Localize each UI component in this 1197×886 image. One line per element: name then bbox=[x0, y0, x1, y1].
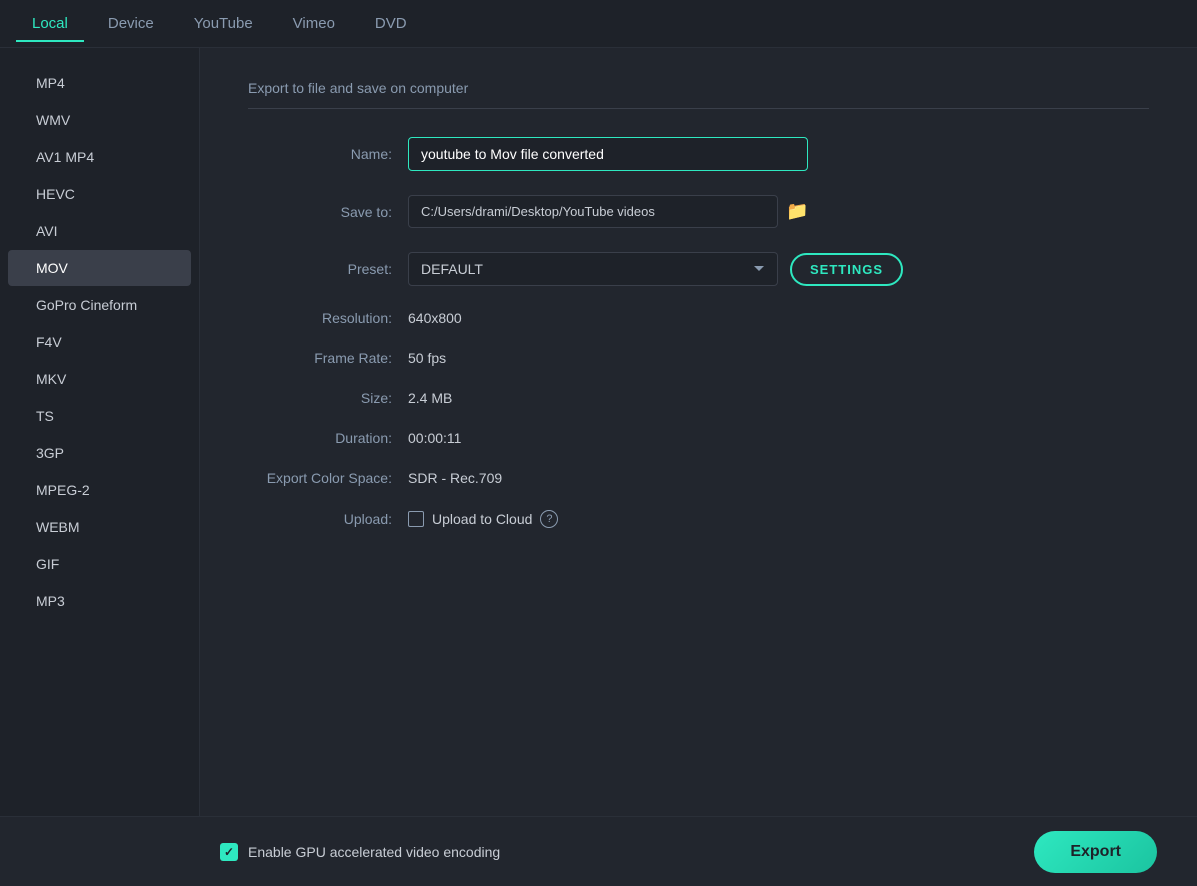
save-to-row: Save to: 📁 bbox=[248, 195, 1149, 228]
frame-rate-value: 50 fps bbox=[408, 350, 446, 366]
name-row: Name: bbox=[248, 137, 1149, 171]
export-button[interactable]: Export bbox=[1034, 831, 1157, 873]
main-layout: MP4 WMV AV1 MP4 HEVC AVI MOV GoPro Cinef… bbox=[0, 48, 1197, 886]
format-sidebar: MP4 WMV AV1 MP4 HEVC AVI MOV GoPro Cinef… bbox=[0, 48, 200, 886]
duration-value: 00:00:11 bbox=[408, 430, 461, 446]
tab-dvd[interactable]: DVD bbox=[359, 7, 423, 42]
tab-vimeo[interactable]: Vimeo bbox=[277, 7, 351, 42]
sidebar-item-hevc[interactable]: HEVC bbox=[8, 176, 191, 212]
preset-container: DEFAULT High Quality Medium Quality Low … bbox=[408, 252, 903, 286]
color-space-label: Export Color Space: bbox=[248, 470, 408, 486]
save-to-path-input[interactable] bbox=[408, 195, 778, 228]
tab-youtube[interactable]: YouTube bbox=[178, 7, 269, 42]
sidebar-item-3gp[interactable]: 3GP bbox=[8, 435, 191, 471]
sidebar-item-mp4[interactable]: MP4 bbox=[8, 65, 191, 101]
color-space-value: SDR - Rec.709 bbox=[408, 470, 502, 486]
sidebar-item-mpeg2[interactable]: MPEG-2 bbox=[8, 472, 191, 508]
folder-icon[interactable]: 📁 bbox=[786, 201, 808, 222]
size-value: 2.4 MB bbox=[408, 390, 452, 406]
size-row: Size: 2.4 MB bbox=[248, 390, 1149, 406]
gpu-checkbox[interactable] bbox=[220, 843, 238, 861]
upload-to-cloud-label: Upload to Cloud bbox=[432, 511, 532, 527]
upload-row: Upload: Upload to Cloud ? bbox=[248, 510, 1149, 528]
sidebar-item-avi[interactable]: AVI bbox=[8, 213, 191, 249]
content-area: Export to file and save on computer Name… bbox=[200, 48, 1197, 886]
resolution-label: Resolution: bbox=[248, 310, 408, 326]
bottom-bar: Enable GPU accelerated video encoding Ex… bbox=[0, 816, 1197, 886]
sidebar-item-f4v[interactable]: F4V bbox=[8, 324, 191, 360]
color-space-row: Export Color Space: SDR - Rec.709 bbox=[248, 470, 1149, 486]
sidebar-item-av1mp4[interactable]: AV1 MP4 bbox=[8, 139, 191, 175]
top-navigation: Local Device YouTube Vimeo DVD bbox=[0, 0, 1197, 48]
tab-local[interactable]: Local bbox=[16, 7, 84, 42]
frame-rate-label: Frame Rate: bbox=[248, 350, 408, 366]
gpu-label: Enable GPU accelerated video encoding bbox=[248, 844, 500, 860]
resolution-value: 640x800 bbox=[408, 310, 462, 326]
duration-row: Duration: 00:00:11 bbox=[248, 430, 1149, 446]
name-input[interactable] bbox=[408, 137, 808, 171]
name-label: Name: bbox=[248, 146, 408, 162]
section-title: Export to file and save on computer bbox=[248, 80, 1149, 109]
sidebar-item-mov[interactable]: MOV bbox=[8, 250, 191, 286]
sidebar-item-mkv[interactable]: MKV bbox=[8, 361, 191, 397]
preset-label: Preset: bbox=[248, 261, 408, 277]
duration-label: Duration: bbox=[248, 430, 408, 446]
sidebar-item-wmv[interactable]: WMV bbox=[8, 102, 191, 138]
preset-row: Preset: DEFAULT High Quality Medium Qual… bbox=[248, 252, 1149, 286]
preset-select[interactable]: DEFAULT High Quality Medium Quality Low … bbox=[408, 252, 778, 286]
frame-rate-row: Frame Rate: 50 fps bbox=[248, 350, 1149, 366]
gpu-container: Enable GPU accelerated video encoding bbox=[220, 843, 500, 861]
sidebar-item-gif[interactable]: GIF bbox=[8, 546, 191, 582]
tab-device[interactable]: Device bbox=[92, 7, 170, 42]
size-label: Size: bbox=[248, 390, 408, 406]
settings-button[interactable]: SETTINGS bbox=[790, 253, 903, 286]
sidebar-item-ts[interactable]: TS bbox=[8, 398, 191, 434]
upload-to-cloud-checkbox[interactable] bbox=[408, 511, 424, 527]
save-to-container: 📁 bbox=[408, 195, 808, 228]
save-to-label: Save to: bbox=[248, 204, 408, 220]
upload-container: Upload to Cloud ? bbox=[408, 510, 558, 528]
sidebar-item-webm[interactable]: WEBM bbox=[8, 509, 191, 545]
sidebar-item-mp3[interactable]: MP3 bbox=[8, 583, 191, 619]
upload-label: Upload: bbox=[248, 511, 408, 527]
sidebar-item-gopro[interactable]: GoPro Cineform bbox=[8, 287, 191, 323]
help-icon[interactable]: ? bbox=[540, 510, 558, 528]
resolution-row: Resolution: 640x800 bbox=[248, 310, 1149, 326]
